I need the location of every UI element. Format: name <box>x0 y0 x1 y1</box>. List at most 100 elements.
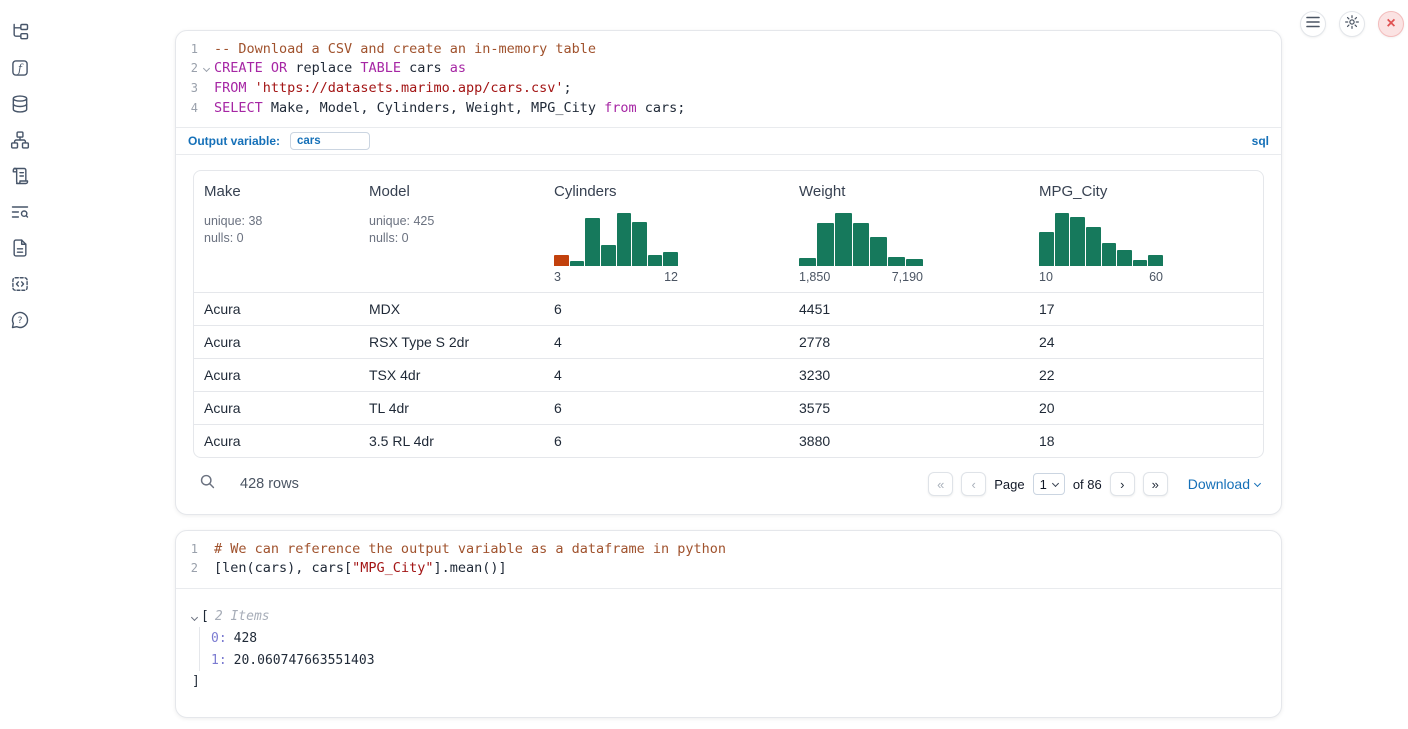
shutdown-button[interactable]: × <box>1378 11 1404 37</box>
tree-collapse-toggle[interactable] <box>192 609 197 624</box>
column-header-cylinders[interactable]: Cylinders 312 <box>544 171 789 292</box>
table-cell: 3880 <box>789 425 1029 457</box>
file-tree-icon[interactable] <box>10 22 30 42</box>
help-icon[interactable]: ? <box>10 310 30 330</box>
tree-close-bracket: ] <box>192 671 1267 691</box>
histogram-bar <box>888 257 905 266</box>
code-line: 1-- Download a CSV and create an in-memo… <box>176 39 1281 59</box>
line-number: 2 <box>176 61 198 75</box>
histogram-bar <box>1102 243 1117 266</box>
line-number: 1 <box>176 42 198 56</box>
download-button[interactable]: Download <box>1188 476 1260 492</box>
chevron-down-icon <box>1254 480 1261 487</box>
table-body: AcuraMDX6445117AcuraRSX Type S 2dr427782… <box>194 292 1263 457</box>
table-cell: Acura <box>194 359 359 391</box>
table-cell: 4451 <box>789 293 1029 325</box>
line-number: 3 <box>176 81 198 95</box>
histogram-bar <box>906 259 923 266</box>
search-icon[interactable] <box>199 473 216 495</box>
table-row: AcuraTSX 4dr4323022 <box>194 358 1263 391</box>
output-variable-label: Output variable: <box>188 134 280 148</box>
table-cell: 2778 <box>789 326 1029 358</box>
function-icon[interactable]: f <box>10 58 30 78</box>
table-cell: 3575 <box>789 392 1029 424</box>
code-snippet-icon[interactable] <box>10 274 30 294</box>
histogram-bar <box>617 213 632 266</box>
column-name: Model <box>369 183 534 200</box>
table-cell: RSX Type S 2dr <box>359 326 544 358</box>
code-line: 2CREATE OR replace TABLE cars as <box>176 59 1281 79</box>
column-name: Weight <box>799 183 1019 200</box>
histogram-bar <box>1133 260 1148 266</box>
column-header-mpg_city[interactable]: MPG_City 1060 <box>1029 171 1263 292</box>
python-cell: 1# We can reference the output variable … <box>175 530 1282 718</box>
tree-entries: 0:4281:20.060747663551403 <box>199 627 1267 671</box>
table-cell: 6 <box>544 425 789 457</box>
table-cell: TL 4dr <box>359 392 544 424</box>
row-count: 428 rows <box>240 476 299 492</box>
column-name: Cylinders <box>554 183 779 200</box>
column-name: Make <box>204 183 349 200</box>
output-variable-input[interactable]: cars <box>290 132 370 150</box>
sql-output-area: Make unique: 38nulls: 0 Modelunique: 425nu… <box>176 154 1281 514</box>
histogram-axis-labels: 1,8507,190 <box>799 270 923 284</box>
histogram-bar <box>853 223 870 266</box>
network-icon[interactable] <box>10 130 30 150</box>
top-toolbar: × <box>1300 11 1404 37</box>
table-header: Make unique: 38nulls: 0 Modelunique: 425nu… <box>194 171 1263 292</box>
histogram-axis-labels: 312 <box>554 270 678 284</box>
text-search-icon[interactable] <box>10 202 30 222</box>
page-label: Page <box>994 477 1024 492</box>
table-cell: 24 <box>1029 326 1263 358</box>
column-stats: unique: 38nulls: 0 <box>204 213 349 246</box>
tree-root-row: [ 2 Items <box>192 605 1267 627</box>
first-page-button[interactable]: « <box>928 472 953 496</box>
code-line: 3FROM 'https://datasets.marimo.app/cars.… <box>176 78 1281 98</box>
histogram-bar <box>835 213 852 266</box>
column-histogram: 1,8507,190 <box>799 213 923 284</box>
line-number: 1 <box>176 542 198 556</box>
next-page-button[interactable]: › <box>1110 472 1135 496</box>
table-row: AcuraRSX Type S 2dr4277824 <box>194 325 1263 358</box>
histogram-bar <box>870 237 887 266</box>
table-row: AcuraTL 4dr6357520 <box>194 391 1263 424</box>
database-icon[interactable] <box>10 94 30 114</box>
page-select[interactable]: 1 <box>1033 473 1065 495</box>
table-cell: TSX 4dr <box>359 359 544 391</box>
page-of-label: of 86 <box>1073 477 1102 492</box>
table-cell: Acura <box>194 293 359 325</box>
document-icon[interactable] <box>10 238 30 258</box>
table-cell: 20 <box>1029 392 1263 424</box>
column-header-make[interactable]: Make unique: 38nulls: 0 <box>194 171 359 292</box>
last-page-button[interactable]: » <box>1143 472 1168 496</box>
settings-button[interactable] <box>1339 11 1365 37</box>
svg-text:?: ? <box>18 315 23 326</box>
code-line: 4SELECT Make, Model, Cylinders, Weight, … <box>176 98 1281 118</box>
histogram-bar <box>799 258 816 266</box>
histogram-bar <box>1148 255 1163 266</box>
table-cell: 3.5 RL 4dr <box>359 425 544 457</box>
fold-toggle-icon[interactable] <box>198 66 214 71</box>
column-name: MPG_City <box>1039 183 1253 200</box>
scroll-icon[interactable] <box>10 166 30 186</box>
language-badge: sql <box>1252 134 1269 148</box>
column-header-weight[interactable]: Weight 1,8507,190 <box>789 171 1029 292</box>
column-histogram: 1060 <box>1039 213 1163 284</box>
table-footer: 428 rows « ‹ Page 1 of 86 › » Download <box>193 458 1264 504</box>
table-cell: MDX <box>359 293 544 325</box>
histogram-bar <box>648 255 663 266</box>
sql-code-editor[interactable]: 1-- Download a CSV and create an in-memo… <box>176 31 1281 127</box>
close-icon: × <box>1386 16 1395 32</box>
table-cell: 6 <box>544 293 789 325</box>
table-cell: Acura <box>194 425 359 457</box>
column-header-model[interactable]: Modelunique: 425nulls: 0 <box>359 171 544 292</box>
table-cell: Acura <box>194 326 359 358</box>
prev-page-button[interactable]: ‹ <box>961 472 986 496</box>
tree-entry: 0:428 <box>211 627 1267 649</box>
python-code-editor[interactable]: 1# We can reference the output variable … <box>176 531 1281 588</box>
table-cell: 6 <box>544 392 789 424</box>
histogram-bar <box>632 222 647 266</box>
menu-button[interactable] <box>1300 11 1326 37</box>
sql-cell: 1-- Download a CSV and create an in-memo… <box>175 30 1282 515</box>
histogram-bar <box>1117 250 1132 266</box>
